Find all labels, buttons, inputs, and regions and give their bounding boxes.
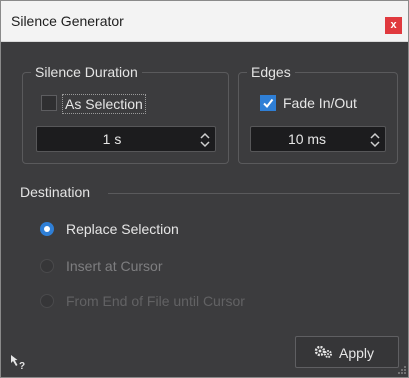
- destination-divider: [108, 193, 400, 194]
- spin-arrows-icon[interactable]: [370, 132, 380, 148]
- apply-label: Apply: [339, 345, 375, 361]
- duration-spinbox[interactable]: 1 s: [36, 126, 216, 152]
- as-selection-checkbox[interactable]: [41, 95, 57, 111]
- fade-in-out-checkbox[interactable]: [260, 95, 276, 111]
- insert-at-cursor-label[interactable]: Insert at Cursor: [66, 257, 162, 275]
- destination-title: Destination: [20, 184, 91, 200]
- close-icon: x: [390, 19, 397, 31]
- replace-selection-radio[interactable]: [40, 222, 54, 236]
- checkmark-icon: [263, 98, 274, 109]
- edges-title: Edges: [247, 63, 295, 81]
- duration-value[interactable]: 1 s: [37, 127, 187, 151]
- fade-value[interactable]: 10 ms: [251, 127, 363, 151]
- from-end-of-file-label[interactable]: From End of File until Cursor: [66, 292, 245, 310]
- fade-spinbox[interactable]: 10 ms: [250, 126, 386, 152]
- as-selection-label[interactable]: As Selection: [62, 94, 146, 114]
- from-end-of-file-radio[interactable]: [40, 294, 54, 308]
- title-bar[interactable]: Silence Generator x: [1, 1, 408, 42]
- window-title: Silence Generator: [11, 13, 124, 29]
- fade-in-out-label[interactable]: Fade In/Out: [283, 94, 357, 112]
- apply-button[interactable]: Apply: [295, 336, 399, 368]
- insert-at-cursor-radio[interactable]: [40, 259, 54, 273]
- gears-icon: [314, 345, 332, 358]
- resize-grip-icon[interactable]: [397, 365, 407, 375]
- spin-arrows-icon[interactable]: [200, 132, 210, 148]
- close-button[interactable]: x: [385, 17, 402, 34]
- silence-generator-dialog: Silence Generator x Silence Duration As …: [0, 0, 409, 378]
- svg-text:?: ?: [19, 361, 25, 370]
- replace-selection-label[interactable]: Replace Selection: [66, 220, 179, 238]
- silence-duration-title: Silence Duration: [31, 63, 142, 81]
- whats-this-help-icon[interactable]: ?: [10, 354, 28, 373]
